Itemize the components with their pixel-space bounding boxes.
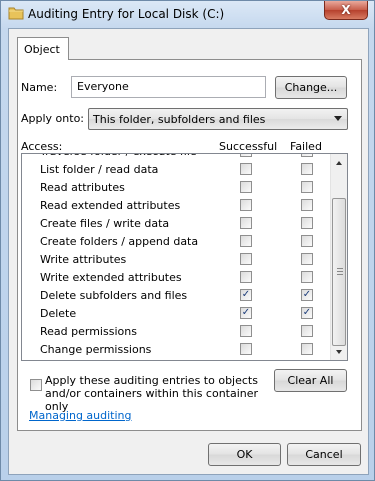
- successful-checkbox[interactable]: [240, 325, 252, 337]
- access-rows: Traverse folder / execute file List folde…: [22, 154, 332, 359]
- failed-checkbox[interactable]: [301, 235, 313, 247]
- table-row: Create folders / append data: [22, 233, 332, 251]
- access-label: Access:: [21, 140, 63, 153]
- table-row: Delete ✓ ✓: [22, 305, 332, 323]
- failed-checkbox[interactable]: [301, 343, 313, 355]
- scroll-up-button[interactable]: [331, 154, 347, 171]
- close-icon: X: [341, 3, 351, 17]
- permission-label: Create files / write data: [40, 217, 170, 230]
- failed-checkbox[interactable]: ✓: [301, 289, 313, 301]
- apply-entries-label: Apply these auditing entries to objects …: [45, 374, 259, 413]
- access-list: Traverse folder / execute file List folde…: [21, 153, 348, 361]
- cancel-button[interactable]: Cancel: [287, 443, 361, 466]
- name-label: Name:: [21, 81, 58, 94]
- name-field[interactable]: Everyone: [71, 76, 266, 98]
- successful-checkbox[interactable]: [240, 181, 252, 193]
- apply-entries-checkbox[interactable]: [30, 379, 42, 391]
- permission-label: Read extended attributes: [40, 199, 181, 212]
- scrollbar[interactable]: [330, 154, 347, 360]
- failed-checkbox[interactable]: [301, 253, 313, 265]
- table-row: Read attributes: [22, 179, 332, 197]
- failed-checkbox[interactable]: [301, 217, 313, 229]
- table-row: Traverse folder / execute file: [22, 154, 332, 161]
- clear-all-button[interactable]: Clear All: [274, 369, 347, 392]
- permission-label: Delete: [40, 307, 77, 320]
- tab-object[interactable]: Object: [17, 37, 69, 60]
- table-row: Change permissions: [22, 341, 332, 359]
- apply-onto-select[interactable]: This folder, subfolders and files: [88, 108, 348, 130]
- permission-label: Read permissions: [40, 325, 137, 338]
- successful-column-header: Successful: [219, 140, 278, 153]
- apply-onto-value: This folder, subfolders and files: [93, 113, 266, 126]
- scroll-up-icon: [336, 160, 342, 165]
- permission-label: Delete subfolders and files: [40, 289, 188, 302]
- permission-label: Read attributes: [40, 181, 125, 194]
- successful-checkbox[interactable]: [240, 343, 252, 355]
- permission-label: Write attributes: [40, 253, 127, 266]
- permission-label: Change permissions: [40, 343, 152, 356]
- successful-checkbox[interactable]: [240, 163, 252, 175]
- permission-label: Create folders / append data: [40, 235, 199, 248]
- table-row: Create files / write data: [22, 215, 332, 233]
- successful-checkbox[interactable]: [240, 217, 252, 229]
- successful-checkbox[interactable]: ✓: [240, 307, 252, 319]
- table-row: Read extended attributes: [22, 197, 332, 215]
- successful-checkbox[interactable]: [240, 235, 252, 247]
- scroll-thumb[interactable]: [332, 198, 346, 346]
- successful-checkbox[interactable]: ✓: [240, 289, 252, 301]
- successful-checkbox[interactable]: [240, 154, 252, 157]
- scroll-down-icon: [336, 349, 342, 354]
- failed-checkbox[interactable]: [301, 154, 313, 157]
- successful-checkbox[interactable]: [240, 199, 252, 211]
- managing-auditing-link[interactable]: Managing auditing: [29, 409, 132, 422]
- permission-label: Traverse folder / execute file: [40, 154, 197, 158]
- scroll-down-button[interactable]: [331, 343, 347, 360]
- table-row: List folder / read data: [22, 161, 332, 179]
- permission-label: Write extended attributes: [40, 271, 182, 284]
- permission-label: List folder / read data: [40, 163, 159, 176]
- close-button[interactable]: X: [324, 1, 368, 20]
- chevron-down-icon: [334, 116, 342, 121]
- successful-checkbox[interactable]: [240, 271, 252, 283]
- failed-checkbox[interactable]: [301, 199, 313, 211]
- table-row: Read permissions: [22, 323, 332, 341]
- failed-checkbox[interactable]: [301, 271, 313, 283]
- failed-column-header: Failed: [290, 140, 322, 153]
- dialog-window: Auditing Entry for Local Disk (C:) X Obj…: [0, 0, 375, 481]
- failed-checkbox[interactable]: ✓: [301, 307, 313, 319]
- ok-button[interactable]: OK: [208, 443, 281, 466]
- failed-checkbox[interactable]: [301, 325, 313, 337]
- table-row: Write attributes: [22, 251, 332, 269]
- folder-icon: [8, 7, 24, 20]
- apply-onto-label: Apply onto:: [21, 112, 85, 125]
- table-row: Write extended attributes: [22, 269, 332, 287]
- title-bar[interactable]: Auditing Entry for Local Disk (C:) X: [1, 1, 375, 29]
- successful-checkbox[interactable]: [240, 253, 252, 265]
- failed-checkbox[interactable]: [301, 163, 313, 175]
- grip-icon: [337, 268, 343, 275]
- window-title: Auditing Entry for Local Disk (C:): [28, 7, 225, 21]
- failed-checkbox[interactable]: [301, 181, 313, 193]
- table-row: Delete subfolders and files ✓ ✓: [22, 287, 332, 305]
- change-button[interactable]: Change...: [275, 76, 347, 99]
